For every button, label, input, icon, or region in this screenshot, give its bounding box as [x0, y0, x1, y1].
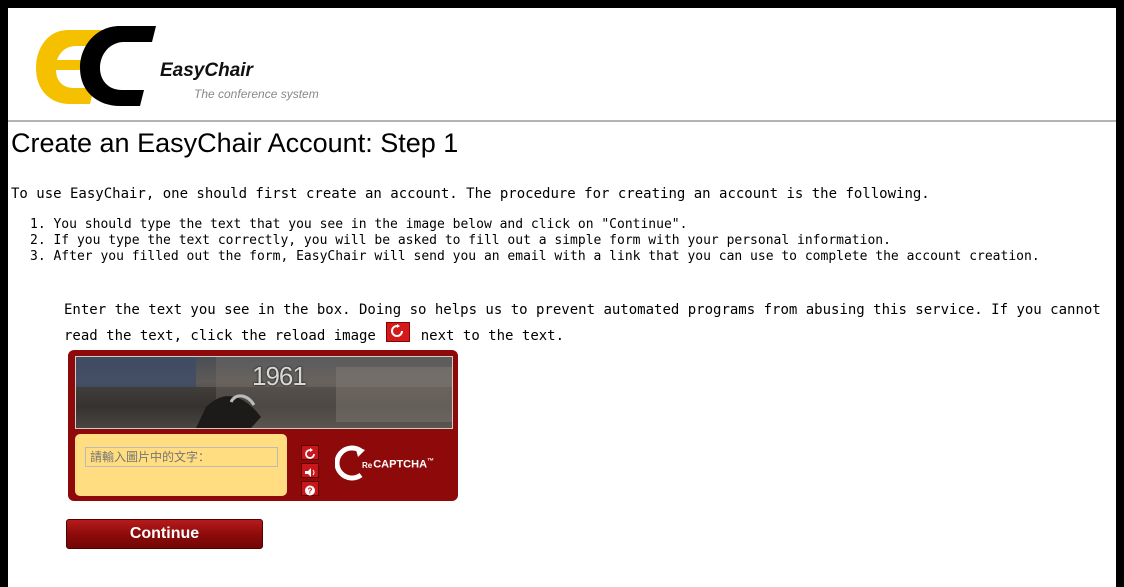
- page-frame: EasyChair The conference system Create a…: [8, 8, 1116, 587]
- help-captcha-button[interactable]: ?: [301, 481, 319, 496]
- audio-captcha-button[interactable]: [301, 463, 319, 478]
- recaptcha-brand: ReCAPTCHA™: [362, 458, 434, 471]
- step-item: 1. You should type the text that you see…: [30, 217, 688, 232]
- reload-icon: [305, 448, 315, 459]
- svg-text:?: ?: [308, 487, 313, 496]
- captcha-word: 1961: [252, 361, 307, 391]
- captcha-help-text: Enter the text you see in the box. Doing…: [64, 299, 1114, 348]
- recaptcha-tm: ™: [427, 458, 435, 465]
- recaptcha-widget: 1961 ? ReCAPTCHA™: [68, 350, 458, 501]
- help-icon: ?: [305, 485, 315, 496]
- audio-icon: [305, 468, 315, 477]
- captcha-input-area: [75, 434, 287, 496]
- recaptcha-re: Re: [362, 460, 373, 470]
- captcha-image: 1961: [75, 356, 453, 429]
- site-header: EasyChair The conference system: [8, 8, 1116, 122]
- reload-icon: [386, 322, 411, 342]
- ec-logo-icon: [36, 26, 156, 106]
- step-item: 3. After you filled out the form, EasyCh…: [30, 249, 1040, 264]
- continue-button[interactable]: Continue: [66, 519, 263, 549]
- reload-captcha-button[interactable]: [301, 445, 319, 460]
- captcha-help-before: Enter the text you see in the box. Doing…: [64, 302, 1101, 344]
- brand-tagline: The conference system: [194, 87, 319, 101]
- brand-name: EasyChair: [160, 60, 253, 81]
- recaptcha-name: CAPTCHA: [373, 458, 428, 471]
- page-title: Create an EasyChair Account: Step 1: [11, 128, 459, 158]
- steps-list: 1. You should type the text that you see…: [30, 217, 1040, 265]
- easychair-logo[interactable]: EasyChair The conference system: [28, 22, 358, 112]
- step-item: 2. If you type the text correctly, you w…: [30, 233, 891, 248]
- captcha-input[interactable]: [85, 447, 278, 467]
- intro-text: To use EasyChair, one should first creat…: [11, 186, 930, 202]
- captcha-help-after: next to the text.: [420, 328, 565, 344]
